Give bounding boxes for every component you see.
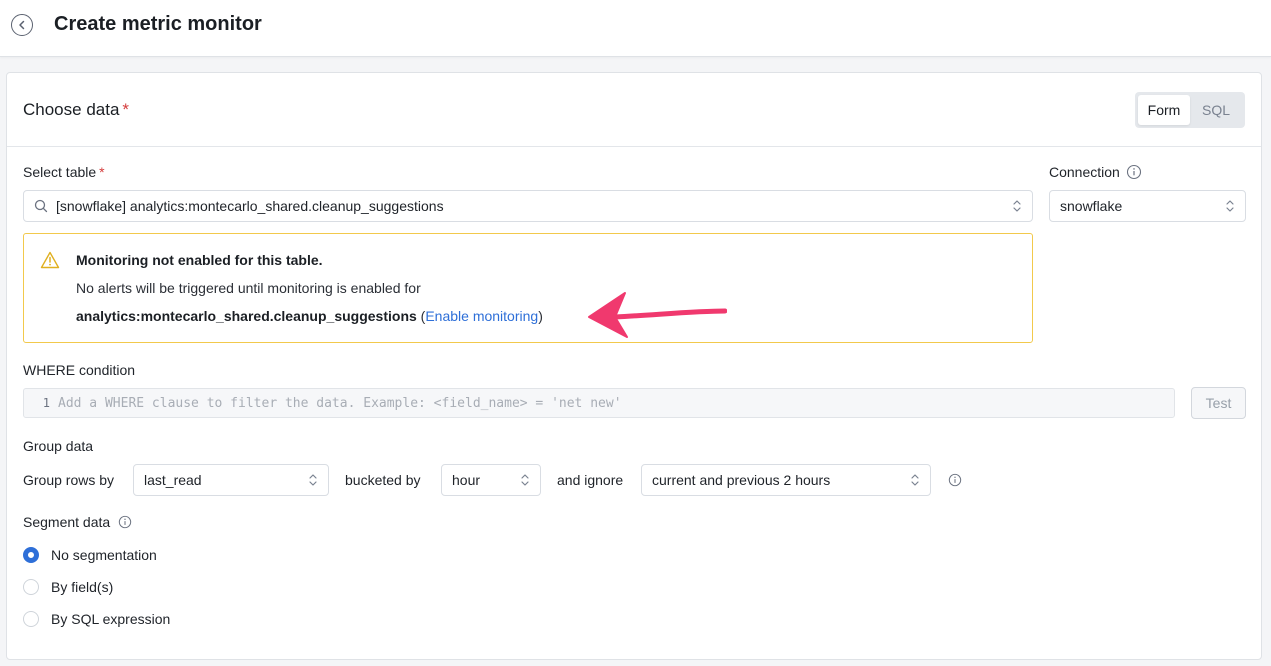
choose-data-card: Choose data * Form SQL Select table * [sno…: [6, 72, 1262, 660]
select-table-label-text: Select table: [23, 164, 97, 180]
ignore-select[interactable]: current and previous 2 hours: [641, 464, 931, 496]
ignore-value: current and previous 2 hours: [652, 472, 831, 488]
segment-data-label-text: Segment data: [23, 514, 111, 530]
connection-label: Connection: [1049, 164, 1142, 180]
group-rows-by-select[interactable]: last_read: [133, 464, 329, 496]
group-data-label: Group data: [23, 438, 94, 454]
chevron-up-down-icon: [910, 473, 920, 487]
choose-data-title-text: Choose data: [23, 100, 120, 119]
card-header: Choose data * Form SQL: [7, 73, 1261, 147]
top-bar: Create metric monitor: [0, 0, 1271, 57]
mode-toggle: Form SQL: [1135, 92, 1245, 128]
segment-data-label: Segment data: [23, 514, 132, 530]
radio-button[interactable]: [23, 579, 39, 595]
choose-data-title: Choose data *: [23, 100, 129, 120]
table-select[interactable]: [snowflake] analytics:montecarlo_shared.…: [23, 190, 1033, 222]
radio-label: No segmentation: [51, 547, 157, 563]
radio-no-segmentation[interactable]: No segmentation: [23, 547, 157, 563]
enable-monitoring-link[interactable]: Enable monitoring: [425, 308, 538, 324]
table-select-value: [snowflake] analytics:montecarlo_shared.…: [56, 198, 444, 214]
radio-by-sql-expression[interactable]: By SQL expression: [23, 611, 170, 627]
chevron-left-icon: [19, 20, 25, 30]
radio-by-fields[interactable]: By field(s): [23, 579, 113, 595]
info-icon[interactable]: [1126, 164, 1142, 180]
annotation-arrow-icon: [588, 292, 727, 338]
page-title: Create metric monitor: [54, 13, 262, 35]
chevron-up-down-icon: [1012, 199, 1022, 213]
paren-close: ): [538, 308, 543, 324]
and-ignore-label: and ignore: [557, 472, 624, 488]
warning-message: No alerts will be triggered until monito…: [76, 280, 421, 296]
connection-label-text: Connection: [1049, 164, 1120, 180]
back-button[interactable]: [11, 14, 33, 36]
warning-table-line: analytics:montecarlo_shared.cleanup_sugg…: [76, 308, 543, 324]
chevron-up-down-icon: [1225, 199, 1235, 213]
test-button[interactable]: Test: [1191, 387, 1246, 419]
info-icon[interactable]: [118, 515, 132, 529]
radio-button[interactable]: [23, 547, 39, 563]
monitoring-warning: Monitoring not enabled for this table. N…: [23, 233, 1033, 343]
required-mark: *: [122, 100, 130, 119]
select-table-label: Select table *: [23, 164, 105, 180]
required-mark: *: [99, 164, 105, 180]
where-clause-input[interactable]: [56, 395, 1174, 411]
radio-label: By field(s): [51, 579, 114, 595]
line-number: 1: [42, 396, 50, 410]
group-rows-by-value: last_read: [144, 472, 202, 488]
chevron-up-down-icon: [520, 473, 530, 487]
radio-label: By SQL expression: [51, 611, 171, 627]
where-editor: 1: [23, 388, 1175, 418]
warning-title: Monitoring not enabled for this table.: [76, 252, 323, 268]
chevron-up-down-icon: [308, 473, 318, 487]
form-mode-button[interactable]: Form: [1138, 95, 1190, 125]
connection-select-value: snowflake: [1060, 198, 1123, 214]
warning-icon: [40, 251, 60, 269]
bucketed-by-value: hour: [452, 472, 481, 488]
sql-mode-button[interactable]: SQL: [1190, 95, 1242, 125]
info-icon[interactable]: [948, 473, 962, 487]
radio-button[interactable]: [23, 611, 39, 627]
bucketed-by-select[interactable]: hour: [441, 464, 541, 496]
warning-table-name: analytics:montecarlo_shared.cleanup_sugg…: [76, 308, 417, 324]
where-condition-label: WHERE condition: [23, 362, 136, 378]
search-icon: [34, 199, 48, 213]
bucketed-by-label: bucketed by: [345, 472, 421, 488]
connection-select[interactable]: snowflake: [1049, 190, 1246, 222]
group-rows-by-label: Group rows by: [23, 472, 115, 488]
